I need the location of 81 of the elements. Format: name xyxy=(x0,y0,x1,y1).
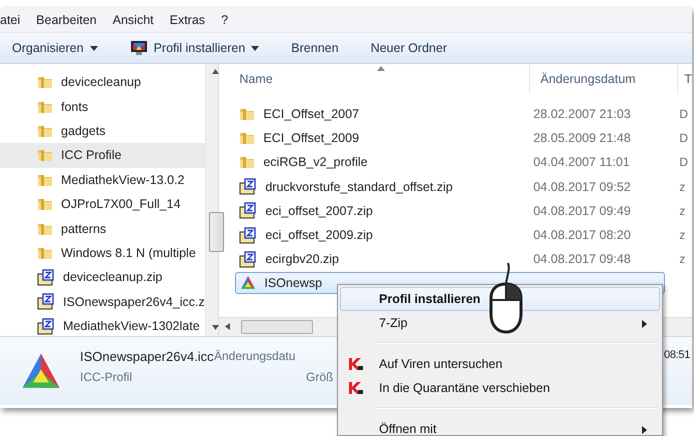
zip-file-icon xyxy=(239,178,258,196)
table-cell-text: D xyxy=(678,131,688,146)
submenu-arrow-icon xyxy=(642,426,647,434)
column-header[interactable]: T xyxy=(677,64,692,94)
context-menu-item[interactable]: Öffnen mit xyxy=(340,417,660,435)
shield-k-icon xyxy=(348,381,364,395)
tree-item[interactable]: ICC Profile xyxy=(0,143,205,168)
caret-icon xyxy=(90,46,98,50)
column-header[interactable]: Änderungsdatum xyxy=(529,64,678,94)
folder-icon xyxy=(37,196,53,212)
toolbar-button[interactable]: Neuer Ordner xyxy=(370,39,455,57)
monitor-icon xyxy=(130,40,148,56)
tree-item[interactable]: MediathekView-13.0.2 xyxy=(0,168,205,192)
menu-item[interactable]: ? xyxy=(221,13,228,27)
file-name: ISOnewspaper26v4.icc xyxy=(80,349,214,364)
scroll-down-icon[interactable] xyxy=(212,325,219,330)
file-row[interactable]: ecirgbv20.zip xyxy=(235,248,522,270)
zip-file-icon xyxy=(37,268,55,286)
scroll-left-icon[interactable] xyxy=(225,323,230,330)
file-row[interactable]: eci_offset_2009.zip xyxy=(235,224,522,246)
zip-file-icon xyxy=(239,226,258,244)
color-profile-icon xyxy=(240,275,256,292)
table-cell-text: 04.04.2007 11:01 xyxy=(532,155,631,170)
context-menu-item[interactable]: 7-Zip xyxy=(340,311,660,335)
tree-item[interactable]: devicecleanup.zip xyxy=(0,265,205,290)
toolbar-button[interactable]: Brennen xyxy=(291,39,347,57)
zip-file-icon xyxy=(239,202,258,220)
menu-item[interactable]: Bearbeiten xyxy=(36,13,97,27)
file-row[interactable]: ECI_Offset_2009 xyxy=(235,127,522,150)
toolbar-button[interactable]: Profil installieren xyxy=(130,38,268,58)
detail-label: Größ xyxy=(306,370,334,384)
menu-item[interactable]: Ansicht xyxy=(112,13,154,27)
table-cell-text: 04.08.2017 09:52 xyxy=(532,180,632,194)
context-menu-item[interactable]: In die Quarantäne verschieben xyxy=(340,376,660,400)
table-cell-text: z xyxy=(678,204,686,218)
folder-icon xyxy=(239,106,256,122)
tree-item[interactable]: MediathekView-1302late xyxy=(0,314,205,338)
table-cell-text: 04.08.2017 09:48 xyxy=(532,252,632,266)
menu-item[interactable]: atei xyxy=(0,13,20,27)
file-row[interactable]: eci_offset_2007.zip xyxy=(235,200,522,222)
tree-item[interactable]: Windows 8.1 N (multiple xyxy=(0,240,205,266)
file-row[interactable]: eciRGB_v2_profile xyxy=(235,151,522,174)
tree-item[interactable]: devicecleanup xyxy=(0,70,205,94)
folder-icon xyxy=(37,74,53,90)
detail-value: 08:51 xyxy=(664,349,690,361)
shield-k-icon xyxy=(348,357,364,371)
table-cell-text: D xyxy=(678,155,688,170)
table-cell-text: z xyxy=(678,180,686,194)
tree-item[interactable]: gadgets xyxy=(0,118,205,144)
table-cell-text: 28.05.2009 21:48 xyxy=(532,131,632,146)
file-type: ICC-Profil xyxy=(80,370,132,384)
file-row[interactable]: ECI_Offset_2007 xyxy=(235,103,522,126)
tree-item[interactable]: ISOnewspaper26v4_icc.z xyxy=(0,290,205,314)
folder-icon xyxy=(239,154,256,170)
tree-item[interactable]: OJProL7X00_Full_14 xyxy=(0,192,205,216)
table-cell-text: 28.02.2007 21:03 xyxy=(532,107,632,122)
scrollbar-thumb[interactable] xyxy=(208,212,224,252)
scroll-up-icon[interactable] xyxy=(212,69,219,74)
context-menu-item[interactable]: Auf Viren untersuchen xyxy=(340,352,660,376)
folder-icon xyxy=(239,130,256,146)
table-cell-text: z xyxy=(678,228,686,242)
column-header[interactable]: Name xyxy=(235,72,530,86)
tree-item[interactable]: fonts xyxy=(0,94,205,119)
scrollbar-thumb[interactable] xyxy=(241,320,314,334)
toolbar-button[interactable]: Organisieren xyxy=(12,39,106,57)
zip-file-icon xyxy=(37,318,55,335)
tree-item[interactable]: patterns xyxy=(0,216,205,241)
zip-file-icon xyxy=(239,250,258,268)
caret-icon xyxy=(251,46,260,50)
table-cell-text: D xyxy=(678,107,688,122)
detail-label: Änderungsdatu xyxy=(214,349,296,363)
table-cell-text: 04.08.2017 08:20 xyxy=(532,228,632,242)
sort-arrow-icon xyxy=(377,66,386,71)
zip-file-icon xyxy=(37,293,55,310)
menu-item[interactable]: Extras xyxy=(170,13,206,27)
table-cell-text: z xyxy=(678,252,686,266)
context-menu-item[interactable]: Profil installieren xyxy=(340,287,660,311)
submenu-arrow-icon xyxy=(642,320,647,328)
table-cell-text: 04.08.2017 09:49 xyxy=(532,204,632,218)
folder-icon xyxy=(37,147,53,164)
file-row[interactable]: druckvorstufe_standard_offset.zip xyxy=(235,176,522,198)
